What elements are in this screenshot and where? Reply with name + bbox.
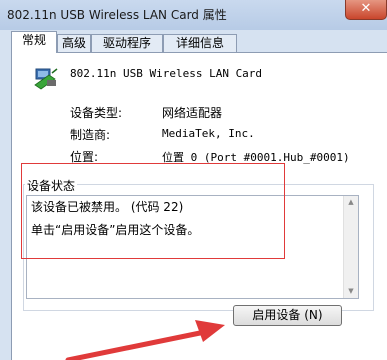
scroll-down-icon[interactable]: ▼ (344, 285, 358, 298)
tab-details[interactable]: 详细信息 (163, 34, 237, 52)
scroll-up-icon[interactable]: ▲ (344, 196, 358, 209)
device-status-textbox[interactable]: 该设备已被禁用。 (代码 22) 单击“启用设备”启用这个设备。 ▲ ▼ (26, 195, 359, 299)
status-scrollbar[interactable]: ▲ ▼ (343, 196, 358, 298)
device-type-value: 网络适配器 (162, 106, 223, 120)
device-type-label: 设备类型: (70, 106, 123, 120)
network-adapter-icon (34, 68, 58, 90)
location-label: 位置: (70, 150, 99, 164)
close-icon: ✕ (360, 1, 372, 16)
tab-advanced[interactable]: 高级 (57, 34, 91, 52)
device-name: 802.11n USB Wireless LAN Card (70, 67, 263, 80)
status-message: 该设备已被禁用。 (代码 22) (31, 200, 184, 214)
enable-device-button[interactable]: 启用设备 (N) (233, 305, 342, 326)
manufacturer-value: MediaTek, Inc. (162, 127, 255, 140)
device-status-label: 设备状态 (25, 177, 78, 194)
window-title: 802.11n USB Wireless LAN Card 属性 (7, 8, 227, 22)
manufacturer-label: 制造商: (70, 128, 111, 142)
general-tab-panel: 802.11n USB Wireless LAN Card 设备类型: 网络适配… (11, 52, 387, 360)
title-bar[interactable]: 802.11n USB Wireless LAN Card 属性 ✕ (0, 0, 387, 30)
close-button[interactable]: ✕ (345, 0, 387, 20)
tab-driver[interactable]: 驱动程序 (91, 34, 163, 52)
location-value: 位置 0 (Port_#0001.Hub_#0001) (162, 151, 350, 164)
tab-general[interactable]: 常规 (11, 31, 57, 53)
status-instruction: 单击“启用设备”启用这个设备。 (31, 223, 200, 237)
